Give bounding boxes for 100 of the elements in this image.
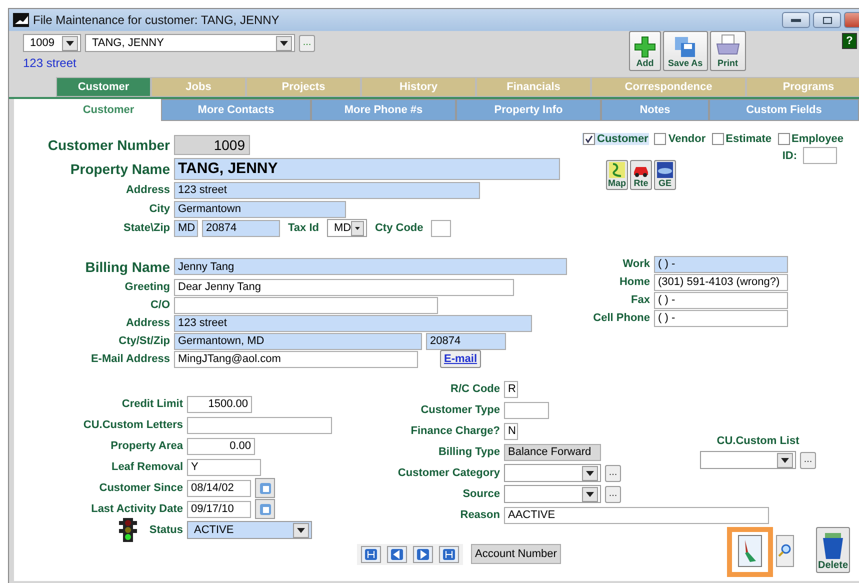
minimize-button[interactable] [782,12,810,28]
app-icon [13,13,29,27]
paint-brush-icon [744,540,756,562]
text-field[interactable]: Jenny Tang [174,258,567,275]
text-field[interactable]: MingJTang@aol.com [174,350,418,368]
readonly-field: 1009 [174,134,250,154]
field-label: Reason [460,509,500,521]
toolbar-button[interactable]: Add [629,31,661,71]
ellipsis-button[interactable]: ... [299,34,315,52]
field-label: State\Zip [124,222,170,234]
role-checkbox[interactable]: Estimate [710,133,772,145]
field-label: Home [618,276,650,288]
field-label: Customer Number [48,136,170,152]
phone-field[interactable]: ( ) - [654,310,788,326]
next-record-button[interactable] [413,546,433,562]
preview-button[interactable] [776,535,794,567]
phone-field[interactable]: (301) 591-4103 (wrong?) [654,274,788,290]
ellipsis-button[interactable]: ... [800,452,816,468]
map-tool-button[interactable]: Map [606,160,628,190]
last-record-button[interactable] [439,546,459,562]
text-field[interactable] [431,220,452,236]
text-field[interactable]: Y [187,458,261,476]
calendar-icon [258,502,272,516]
ellipsis-button[interactable]: ... [605,464,621,482]
toolbar-button[interactable]: Print [710,31,746,71]
id-field[interactable] [803,147,837,164]
field-label: CU.Custom Letters [83,419,183,431]
number-field[interactable]: 1500.00 [187,396,252,412]
account-number-button[interactable]: Account Number [471,544,561,564]
text-field[interactable] [187,416,332,434]
field-label: Source [462,488,500,500]
ellipsis-button[interactable]: ... [605,486,621,502]
role-checkbox[interactable]: Employee [776,133,844,145]
field-label: CU.Custom List [716,435,800,447]
maximize-icon [822,16,832,24]
text-field[interactable]: 123 street [174,182,480,198]
map-tool-button[interactable]: Rte [630,160,652,190]
toolbar-button[interactable]: Save As [663,31,708,71]
delete-button[interactable]: Delete [816,527,850,573]
field-label: Fax [630,294,650,306]
calendar-button[interactable] [255,499,275,519]
name-field[interactable]: TANG, JENNY [174,158,560,180]
role-checkbox[interactable]: Vendor [653,133,707,145]
customer-number-dropdown[interactable]: 1009 [23,34,81,52]
dropdown-field[interactable]: MD [326,219,367,237]
text-field[interactable]: Germantown [174,200,346,218]
text-field[interactable]: R [504,380,518,398]
text-field[interactable]: 20874 [202,220,280,236]
email-button[interactable]: E-mail [440,350,482,368]
dropdown-field[interactable] [700,451,796,469]
field-label: Address [126,317,170,329]
first-record-button[interactable] [361,546,381,562]
text-field[interactable]: 123 street [174,314,532,332]
field-label: Tax Id [288,222,319,234]
traffic-light-icon [119,517,138,543]
calendar-icon [258,482,272,494]
text-field[interactable]: AACTIVE [504,506,769,524]
phone-field[interactable]: ( ) - [654,292,788,308]
date-field[interactable]: 08/14/02 [187,480,251,496]
field-label: Cty Code [374,222,424,234]
text-field[interactable] [174,296,438,314]
dropdown-field[interactable] [504,485,601,503]
highlight-frame [727,527,773,577]
map-tool-button[interactable]: GE [654,160,676,190]
tab[interactable]: Customer [56,77,151,97]
phone-field[interactable]: ( ) - [654,256,788,272]
field-label: Leaf Removal [111,461,183,473]
text-field[interactable]: MD [174,220,198,236]
field-label: Credit Limit [122,398,183,410]
field-label: Customer Since [99,482,183,494]
maximize-button[interactable] [813,12,841,28]
text-field[interactable]: Germantown, MD [174,332,422,350]
readonly-field: Balance Forward [504,444,601,460]
check-icon [584,134,594,144]
text-field[interactable] [504,402,549,418]
paint-brush-button[interactable] [738,535,762,567]
field-label: Status [149,524,183,536]
field-label: Work [622,258,650,270]
date-field[interactable]: 09/17/10 [187,500,251,518]
close-button[interactable] [844,12,859,28]
field-label: Greeting [124,281,170,293]
help-button[interactable]: ? [842,33,857,49]
customer-name-dropdown[interactable]: TANG, JENNY [85,34,295,52]
number-field[interactable]: 0.00 [187,438,255,454]
calendar-button[interactable] [255,478,275,498]
window-title: File Maintenance for customer: TANG, JENNY [33,13,280,27]
dropdown-field[interactable] [504,464,601,482]
text-field[interactable]: 20874 [426,332,506,350]
field-label: Property Area [110,440,183,452]
text-field[interactable]: Dear Jenny Tang [174,278,514,296]
trash-can-icon [821,532,845,560]
field-label: E-Mail Address [90,353,170,365]
role-checkbox[interactable]: Customer [582,133,650,145]
prev-record-button[interactable] [387,546,407,562]
field-label: ID: [782,150,797,162]
dropdown-field[interactable]: ACTIVE [187,521,312,539]
field-label: Cty/St/Zip [118,335,170,347]
field-label: Customer Type [420,404,500,416]
text-field[interactable]: N [504,422,518,440]
field-label: C/O [150,299,170,311]
